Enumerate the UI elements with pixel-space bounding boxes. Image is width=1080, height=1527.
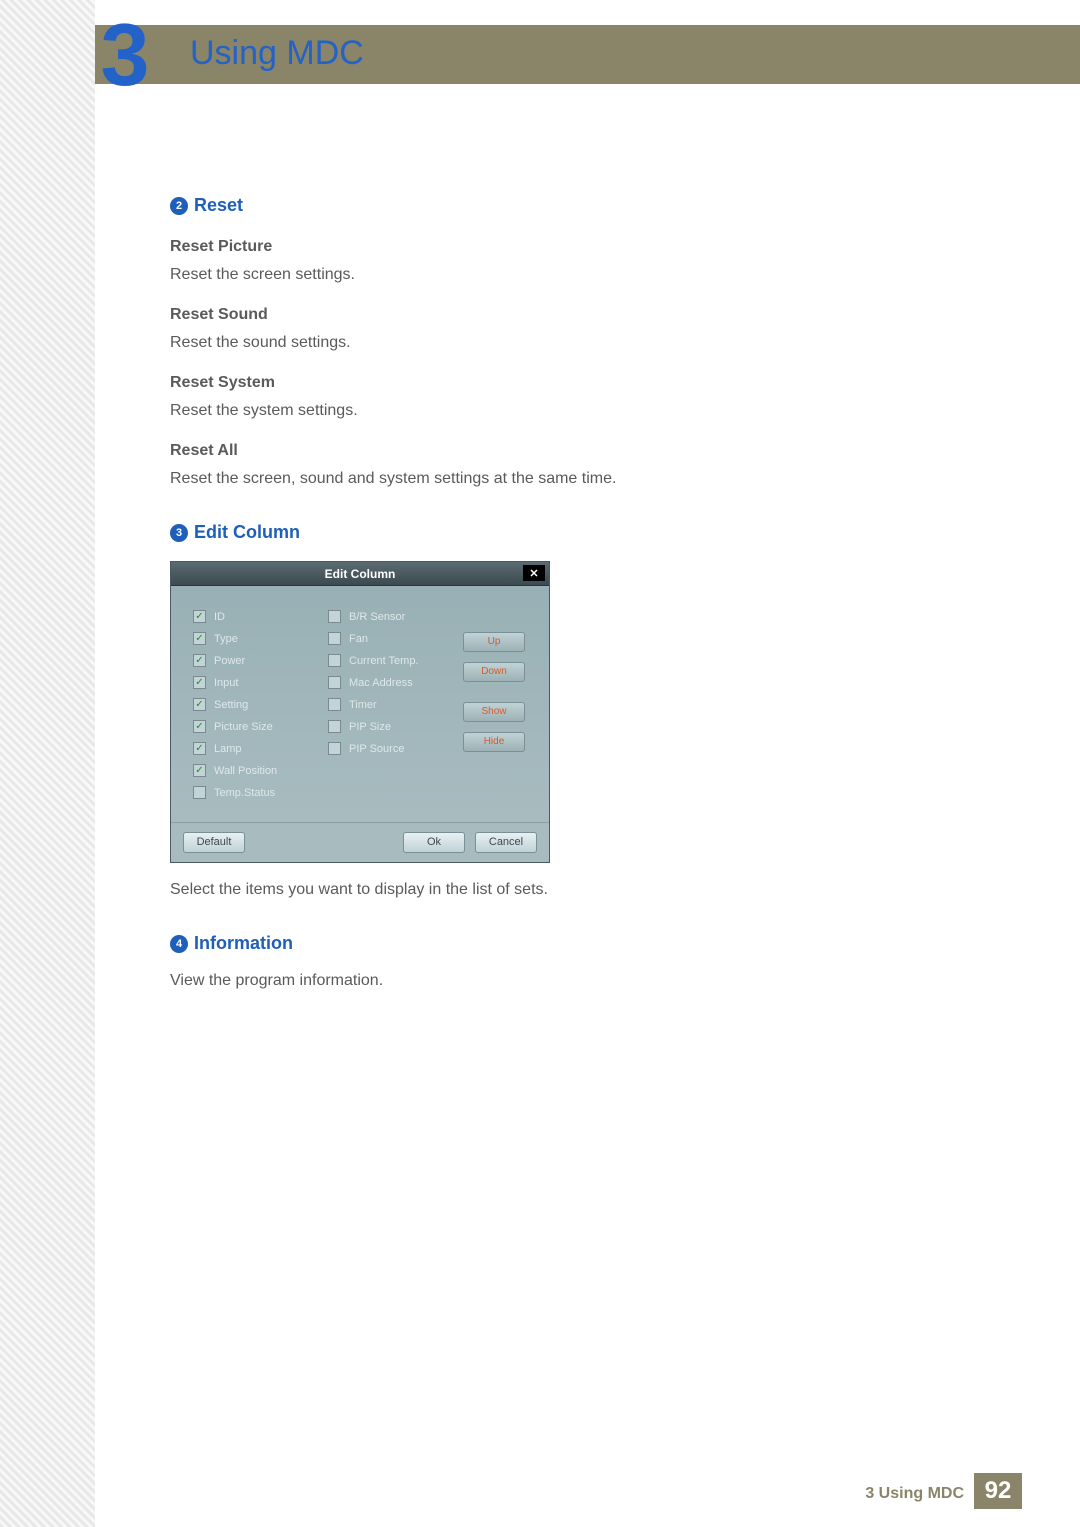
reset-picture-body: Reset the screen settings. — [170, 266, 930, 284]
checkbox-item[interactable]: B/R Sensor — [328, 610, 463, 623]
checkbox-item[interactable]: Fan — [328, 632, 463, 645]
reset-system-heading: Reset System — [170, 374, 930, 392]
checkbox-label: Type — [214, 633, 238, 645]
ok-button[interactable]: Ok — [403, 832, 465, 853]
checkbox-icon — [328, 742, 341, 755]
checkbox-icon: ✓ — [193, 698, 206, 711]
checkbox-label: B/R Sensor — [349, 611, 405, 623]
checkbox-item[interactable]: ✓ Picture Size — [193, 720, 328, 733]
section-editcolumn-title: 3 Edit Column — [170, 522, 930, 543]
checkbox-item[interactable]: ✓ Setting — [193, 698, 328, 711]
dialog-body: ✓ ID ✓ Type ✓ Power ✓ Input ✓ Setting ✓ Picture Siz… — [171, 586, 549, 822]
checkbox-item[interactable]: ✓ Wall Position — [193, 764, 328, 777]
cancel-button[interactable]: Cancel — [475, 832, 537, 853]
reset-sound-body: Reset the sound settings. — [170, 334, 930, 352]
column-1: ✓ ID ✓ Type ✓ Power ✓ Input ✓ Setting ✓ Picture Siz… — [193, 610, 328, 808]
checkbox-icon — [328, 610, 341, 623]
reset-all-heading: Reset All — [170, 442, 930, 460]
close-button[interactable]: ✕ — [523, 565, 545, 581]
checkbox-item[interactable]: Current Temp. — [328, 654, 463, 667]
checkbox-icon — [328, 676, 341, 689]
show-button[interactable]: Show — [463, 702, 525, 722]
checkbox-icon — [193, 786, 206, 799]
footer-label: 3 Using MDC — [865, 1485, 964, 1503]
reset-all-body: Reset the screen, sound and system setti… — [170, 470, 930, 488]
checkbox-icon: ✓ — [193, 610, 206, 623]
checkbox-label: Fan — [349, 633, 368, 645]
checkbox-item[interactable]: PIP Size — [328, 720, 463, 733]
up-button[interactable]: Up — [463, 632, 525, 652]
checkbox-label: Picture Size — [214, 721, 273, 733]
checkbox-label: PIP Source — [349, 743, 404, 755]
information-body: View the program information. — [170, 972, 930, 990]
checkbox-item[interactable]: Timer — [328, 698, 463, 711]
section-information-title: 4 Information — [170, 933, 930, 954]
checkbox-icon — [328, 698, 341, 711]
edit-column-dialog: Edit Column ✕ ✓ ID ✓ Type ✓ Power ✓ Input ✓ Setti… — [170, 561, 550, 863]
chapter-title: Using MDC — [190, 34, 364, 73]
checkbox-label: Lamp — [214, 743, 242, 755]
checkbox-label: Mac Address — [349, 677, 413, 689]
page-footer: 3 Using MDC 92 — [0, 1473, 1080, 1509]
checkbox-item[interactable]: ✓ Input — [193, 676, 328, 689]
checkbox-item[interactable]: PIP Source — [328, 742, 463, 755]
checkbox-icon: ✓ — [193, 764, 206, 777]
dialog-footer: Default Ok Cancel — [171, 822, 549, 862]
bullet-3-icon: 3 — [170, 524, 188, 542]
edit-column-caption: Select the items you want to display in … — [170, 881, 930, 899]
checkbox-icon — [328, 720, 341, 733]
checkbox-icon: ✓ — [193, 654, 206, 667]
checkbox-item[interactable]: ✓ Lamp — [193, 742, 328, 755]
reset-picture-heading: Reset Picture — [170, 238, 930, 256]
checkbox-icon: ✓ — [193, 632, 206, 645]
content-area: 2 Reset Reset Picture Reset the screen se… — [170, 195, 930, 994]
checkbox-icon — [328, 632, 341, 645]
checkbox-icon: ✓ — [193, 676, 206, 689]
side-buttons: Up Down Show Hide — [463, 610, 535, 808]
checkbox-label: Input — [214, 677, 238, 689]
checkbox-icon: ✓ — [193, 742, 206, 755]
hide-button[interactable]: Hide — [463, 732, 525, 752]
reset-system-body: Reset the system settings. — [170, 402, 930, 420]
checkbox-label: Temp.Status — [214, 787, 275, 799]
chapter-number: 3 — [85, 15, 165, 95]
down-button[interactable]: Down — [463, 662, 525, 682]
sidebar-pattern — [0, 0, 95, 1527]
checkbox-item[interactable]: ✓ Type — [193, 632, 328, 645]
checkbox-label: Wall Position — [214, 765, 277, 777]
checkbox-label: Power — [214, 655, 245, 667]
close-icon: ✕ — [529, 567, 538, 580]
checkbox-item[interactable]: ✓ Power — [193, 654, 328, 667]
checkbox-icon: ✓ — [193, 720, 206, 733]
checkbox-label: ID — [214, 611, 225, 623]
dialog-titlebar: Edit Column ✕ — [171, 562, 549, 586]
page-number: 92 — [974, 1473, 1022, 1509]
section-reset-label: Reset — [194, 195, 243, 215]
checkbox-label: PIP Size — [349, 721, 391, 733]
bullet-2-icon: 2 — [170, 197, 188, 215]
reset-sound-heading: Reset Sound — [170, 306, 930, 324]
bullet-4-icon: 4 — [170, 935, 188, 953]
checkbox-icon — [328, 654, 341, 667]
checkbox-item[interactable]: ✓ ID — [193, 610, 328, 623]
checkbox-label: Current Temp. — [349, 655, 419, 667]
column-2: B/R Sensor Fan Current Temp. Mac Address Tim… — [328, 610, 463, 808]
section-reset-title: 2 Reset — [170, 195, 930, 216]
checkbox-item[interactable]: Temp.Status — [193, 786, 328, 799]
checkbox-item[interactable]: Mac Address — [328, 676, 463, 689]
dialog-title: Edit Column — [325, 567, 396, 581]
checkbox-label: Setting — [214, 699, 248, 711]
section-information-label: Information — [194, 933, 293, 953]
default-button[interactable]: Default — [183, 832, 245, 853]
checkbox-label: Timer — [349, 699, 377, 711]
section-editcolumn-label: Edit Column — [194, 522, 300, 542]
